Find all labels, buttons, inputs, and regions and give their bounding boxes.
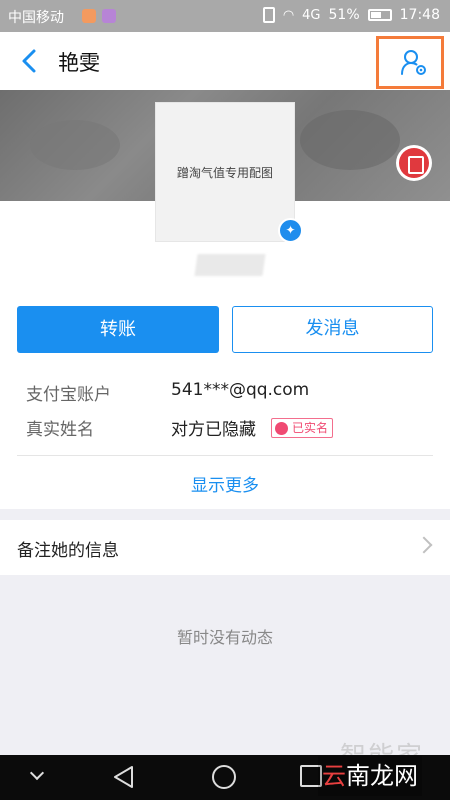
watermark-site: 云南龙网 bbox=[318, 756, 422, 796]
screen: 中国移动 ◠ 4G 51% 17:48 艳雯 蹭淘气值专用配图 ✦ 转账 发消息… bbox=[0, 0, 450, 800]
avatar[interactable]: 蹭淘气值专用配图 bbox=[155, 102, 295, 242]
verified-person-icon bbox=[275, 422, 288, 435]
system-home-icon[interactable] bbox=[212, 765, 236, 789]
red-envelope-button[interactable] bbox=[396, 145, 432, 181]
divider bbox=[17, 455, 433, 456]
show-more-link[interactable]: 显示更多 bbox=[0, 471, 450, 496]
carrier-label: 中国移动 bbox=[8, 10, 64, 26]
profile-card bbox=[0, 201, 450, 509]
transfer-button[interactable]: 转账 bbox=[17, 306, 219, 353]
wifi-icon: ◠ bbox=[282, 7, 295, 23]
chevron-right-icon bbox=[415, 536, 433, 554]
realname-label: 真实姓名 bbox=[26, 420, 94, 440]
account-value: 541***@qq.com bbox=[171, 380, 310, 400]
battery-icon bbox=[367, 9, 392, 21]
empty-feed-text: 暂时没有动态 bbox=[176, 628, 273, 647]
remark-row[interactable]: 备注她的信息 bbox=[0, 520, 450, 575]
verified-badge-icon: ✦ bbox=[278, 218, 303, 243]
battery-percent: 51% bbox=[328, 7, 360, 23]
system-back-icon[interactable] bbox=[112, 765, 136, 789]
hide-nav-icon[interactable] bbox=[29, 765, 45, 781]
chevron-left-icon bbox=[22, 49, 36, 73]
red-envelope-icon bbox=[399, 148, 429, 178]
clock: 17:48 bbox=[399, 7, 440, 23]
vibrate-icon bbox=[262, 7, 275, 23]
page-title: 艳雯 bbox=[58, 51, 100, 75]
remark-label: 备注她的信息 bbox=[17, 541, 119, 561]
notification-gallery-icon bbox=[102, 9, 116, 23]
nav-bar: 艳雯 bbox=[0, 32, 450, 90]
user-settings-icon bbox=[401, 50, 426, 75]
avatar-caption: 蹭淘气值专用配图 bbox=[176, 165, 273, 180]
send-message-button[interactable]: 发消息 bbox=[232, 306, 433, 353]
verified-tag-label: 已实名 bbox=[292, 421, 329, 435]
verified-tag: 已实名 bbox=[271, 418, 334, 438]
back-button[interactable] bbox=[16, 46, 44, 76]
account-label: 支付宝账户 bbox=[26, 385, 111, 405]
realname-value: 对方已隐藏 bbox=[171, 420, 256, 440]
profile-settings-button[interactable] bbox=[376, 36, 444, 89]
status-bar: 中国移动 ◠ 4G 51% 17:48 bbox=[0, 0, 450, 32]
status-indicators: ◠ 4G 51% 17:48 bbox=[262, 7, 440, 23]
notification-app-icon bbox=[82, 9, 96, 23]
username-redacted bbox=[194, 254, 266, 276]
signal-icon: 4G bbox=[302, 7, 321, 23]
